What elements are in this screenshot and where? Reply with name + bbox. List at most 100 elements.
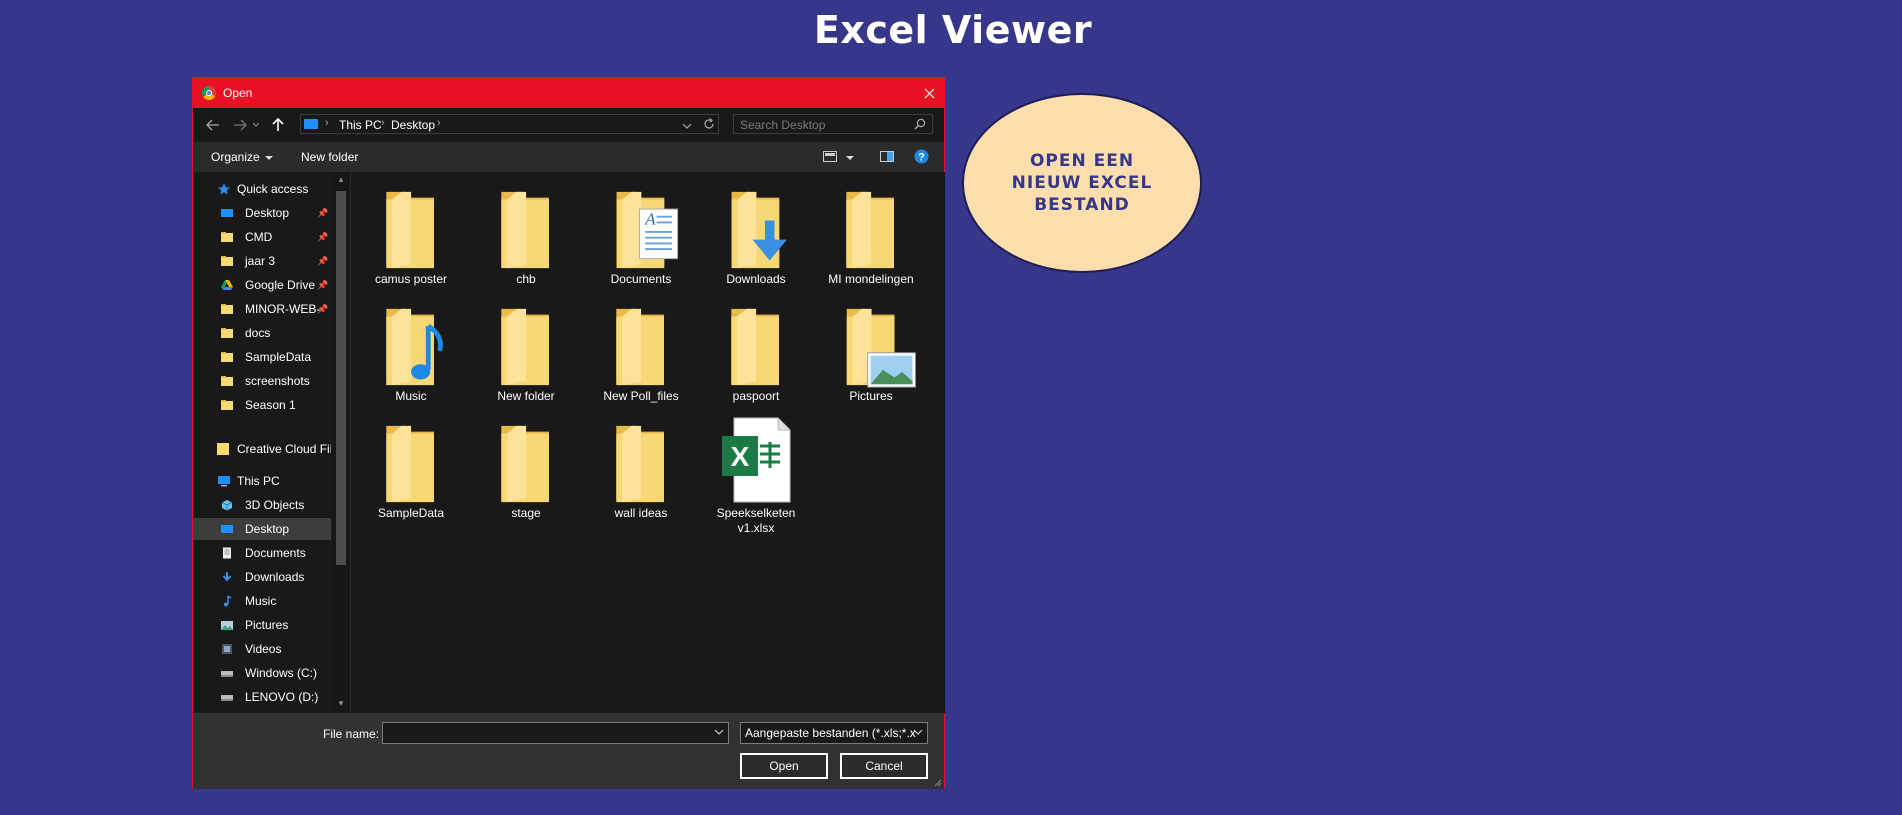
file-tile[interactable]: X Speekselketen v1.xlsx xyxy=(708,414,804,535)
dialog-titlebar[interactable]: Open xyxy=(193,78,944,108)
help-button[interactable]: ? xyxy=(914,149,929,167)
search-input[interactable] xyxy=(734,115,912,135)
file-tile[interactable]: Music xyxy=(363,297,459,407)
sidebar-label: CMD xyxy=(245,230,273,244)
sidebar-item-this-pc[interactable]: This PC xyxy=(193,470,331,492)
sidebar-item[interactable]: Documents xyxy=(193,542,331,564)
computer-icon xyxy=(218,476,230,487)
breadcrumb-separator-icon: › xyxy=(381,117,385,129)
sidebar-item[interactable]: Videos xyxy=(193,638,331,660)
close-button[interactable] xyxy=(914,78,944,108)
scroll-down-icon[interactable]: ▾ xyxy=(336,698,346,708)
pin-icon[interactable]: 📌 xyxy=(317,232,328,243)
documents-folder-icon: A xyxy=(616,191,679,269)
open-new-excel-button[interactable]: OPEN EEN NIEUW EXCEL BESTAND xyxy=(962,93,1202,273)
file-tile[interactable]: chb xyxy=(478,180,574,290)
sidebar-label: Desktop xyxy=(245,206,290,220)
folder-icon xyxy=(731,308,779,386)
sidebar-item[interactable]: Google Drive 📌 xyxy=(193,274,331,296)
file-name-field[interactable] xyxy=(382,722,729,745)
file-type-select[interactable]: Aangepaste bestanden (*.xls;*.x xyxy=(740,722,928,744)
google-drive-icon xyxy=(221,280,233,290)
pin-icon[interactable]: 📌 xyxy=(317,208,328,219)
sidebar-item[interactable]: screenshots xyxy=(193,370,331,392)
sidebar-item[interactable]: CMD 📌 xyxy=(193,226,331,248)
sidebar-label: docs xyxy=(245,326,271,340)
pin-icon[interactable]: 📌 xyxy=(317,280,328,291)
breadcrumb-desktop[interactable]: Desktop xyxy=(391,118,435,132)
sidebar-item[interactable]: docs xyxy=(193,322,331,344)
sidebar-item[interactable]: Season 1 xyxy=(193,394,331,416)
file-tile[interactable]: New Poll_files xyxy=(593,297,689,407)
file-tile[interactable]: paspoort xyxy=(708,297,804,407)
file-name-input[interactable] xyxy=(383,723,707,745)
desktop-icon xyxy=(221,209,233,217)
sidebar-item[interactable]: Downloads xyxy=(193,566,331,588)
svg-text:A: A xyxy=(644,209,656,228)
address-dropdown-button[interactable] xyxy=(682,119,696,131)
sidebar-scroll-thumb[interactable] xyxy=(336,191,346,565)
back-button[interactable] xyxy=(204,116,222,134)
file-name: New folder xyxy=(497,389,555,403)
svg-text:?: ? xyxy=(918,152,925,164)
sidebar-item-quick-access[interactable]: Quick access xyxy=(193,178,331,200)
address-bar[interactable]: › This PC › Desktop › xyxy=(300,114,719,134)
drive-icon xyxy=(221,671,233,677)
caret-down-icon xyxy=(264,155,273,160)
folder-icon xyxy=(386,191,434,269)
sidebar-item[interactable]: jaar 3 📌 xyxy=(193,250,331,272)
file-tile[interactable]: wall ideas xyxy=(593,414,689,524)
file-name: MI mondelingen xyxy=(828,272,914,286)
file-tile[interactable]: MI mondelingen xyxy=(823,180,919,290)
star-icon xyxy=(218,183,230,195)
open-button[interactable]: Open xyxy=(740,753,828,779)
cancel-button[interactable]: Cancel xyxy=(840,753,928,779)
chevron-down-icon[interactable] xyxy=(714,728,724,736)
chevron-down-icon xyxy=(252,122,260,127)
sidebar-label: Music xyxy=(245,594,277,608)
preview-pane-button[interactable] xyxy=(880,151,894,165)
sidebar-item[interactable]: Windows (C:) xyxy=(193,662,331,684)
sidebar-item-creative-cloud[interactable]: Creative Cloud Fil xyxy=(193,438,331,460)
help-icon: ? xyxy=(914,149,929,164)
new-folder-button[interactable]: New folder xyxy=(301,150,358,164)
file-name: Music xyxy=(395,389,427,403)
resize-grip-icon[interactable] xyxy=(932,777,942,787)
sidebar-item[interactable]: 3D Objects xyxy=(193,494,331,516)
folder-icon xyxy=(386,425,434,503)
sidebar-item[interactable]: Music xyxy=(193,590,331,612)
file-type-value: Aangepaste bestanden (*.xls;*.x xyxy=(745,726,916,740)
file-tile[interactable]: Downloads xyxy=(708,180,804,290)
desktop-icon xyxy=(221,525,233,533)
folder-icon xyxy=(501,425,549,503)
sidebar-item[interactable]: Desktop xyxy=(193,518,331,540)
close-icon xyxy=(924,88,934,98)
file-name: Speekselketen v1.xlsx xyxy=(716,506,796,535)
sidebar-item[interactable]: SampleData xyxy=(193,346,331,368)
view-dropdown-button[interactable] xyxy=(841,150,854,164)
sidebar-item[interactable]: Pictures xyxy=(193,614,331,636)
recent-locations-button[interactable] xyxy=(250,116,262,134)
folder-icon xyxy=(846,191,894,269)
file-tile[interactable]: New folder xyxy=(478,297,574,407)
organize-button[interactable]: Organize xyxy=(211,150,273,164)
search-box[interactable] xyxy=(733,114,933,135)
sidebar-item[interactable]: MINOR-WEB- 📌 xyxy=(193,298,331,320)
file-tile[interactable]: stage xyxy=(478,414,574,524)
pin-icon[interactable]: 📌 xyxy=(317,256,328,267)
refresh-button[interactable] xyxy=(699,114,719,134)
scroll-up-icon[interactable]: ▴ xyxy=(336,174,346,184)
file-tile[interactable]: SampleData xyxy=(363,414,459,524)
file-name: SampleData xyxy=(377,506,445,520)
sidebar-item[interactable]: Desktop 📌 xyxy=(193,202,331,224)
pin-icon[interactable]: 📌 xyxy=(317,304,328,315)
sidebar-item[interactable]: LENOVO (D:) xyxy=(193,686,331,708)
file-tile[interactable]: A Documents xyxy=(593,180,689,290)
forward-button[interactable] xyxy=(231,116,249,134)
file-tile[interactable]: camus poster xyxy=(363,180,459,290)
file-tile[interactable]: Pictures xyxy=(823,297,919,407)
breadcrumb-this-pc[interactable]: This PC xyxy=(339,118,382,132)
up-button[interactable] xyxy=(269,116,287,134)
change-view-button[interactable] xyxy=(823,151,837,165)
sidebar-scrollbar[interactable]: ▴ ▾ xyxy=(332,172,349,713)
